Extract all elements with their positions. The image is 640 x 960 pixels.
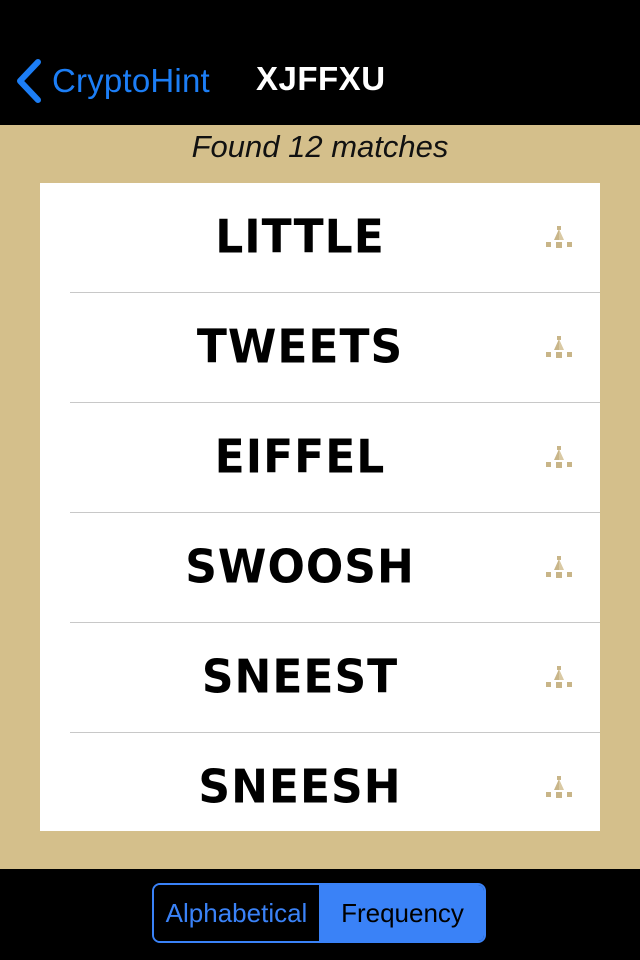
result-word: SNEESH — [198, 760, 402, 815]
main-content: Found 12 matches LITTLE TWEETS EIFFEL SW… — [0, 125, 640, 869]
sort-alphabetical-segment[interactable]: Alphabetical — [154, 885, 321, 941]
result-word: SNEEST — [201, 650, 399, 705]
boat-icon — [546, 446, 572, 468]
page-title: XJFFXU — [256, 60, 386, 97]
result-word: EIFFEL — [214, 430, 386, 485]
results-list[interactable]: LITTLE TWEETS EIFFEL SWOOSH SNEEST SNEES… — [40, 183, 600, 831]
boat-icon — [546, 776, 572, 798]
match-count-label: Found 12 matches — [191, 129, 449, 164]
navigation-bar: CryptoHint XJFFXU — [0, 0, 640, 125]
result-word: LITTLE — [215, 210, 385, 265]
boat-icon — [546, 226, 572, 248]
back-button[interactable]: CryptoHint — [14, 56, 210, 106]
boat-icon — [546, 556, 572, 578]
result-word: TWEETS — [196, 320, 404, 375]
chevron-left-icon — [17, 59, 41, 103]
list-item[interactable]: SNEESH — [40, 733, 600, 831]
sort-frequency-segment[interactable]: Frequency — [321, 885, 484, 941]
list-item[interactable]: EIFFEL — [40, 403, 600, 513]
back-button-label: CryptoHint — [52, 62, 210, 99]
result-word: SWOOSH — [185, 540, 415, 595]
bottom-toolbar: Alphabetical Frequency — [0, 869, 640, 960]
boat-icon — [546, 336, 572, 358]
boat-icon — [546, 666, 572, 688]
list-item[interactable]: LITTLE — [40, 183, 600, 293]
sort-segmented-control[interactable]: Alphabetical Frequency — [152, 883, 486, 943]
list-item[interactable]: TWEETS — [40, 293, 600, 403]
list-item[interactable]: SWOOSH — [40, 513, 600, 623]
list-item[interactable]: SNEEST — [40, 623, 600, 733]
